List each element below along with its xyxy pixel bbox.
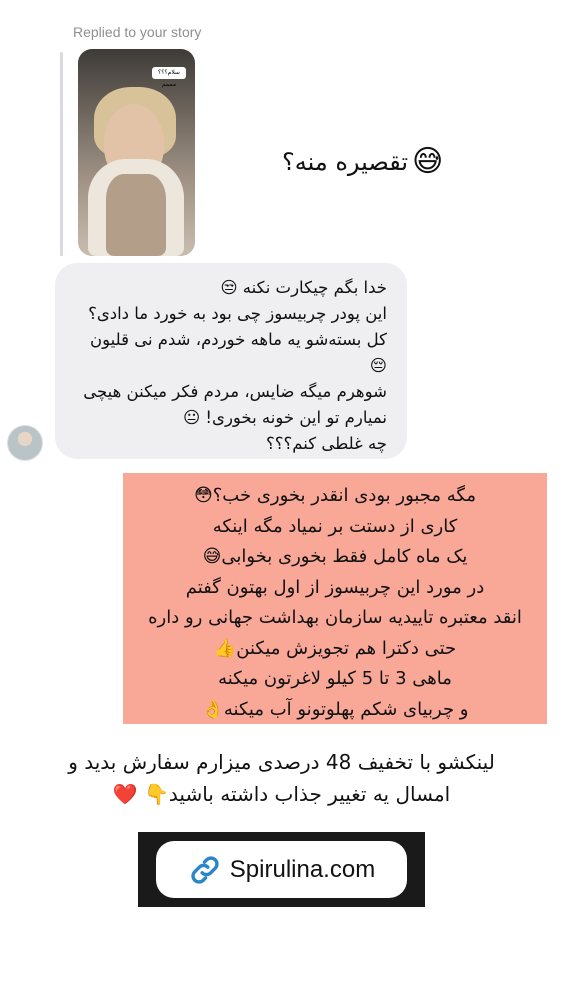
incoming-message-bubble[interactable]: خدا بگم چیکارت نکنه 😒 این پودر چربیسوز چ… [55,263,407,459]
link-sticker-frame: Spirulina.com [138,832,425,907]
reply-line: حتی دکترا هم تجویزش میکنن👍 [213,637,457,659]
story-caption-text: تقصیره منه؟ [282,147,409,176]
reply-line: و چربیای شکم پهلوتونو آب میکنه👌 [201,698,469,720]
reply-text-block: مگه مجبور بودی انقدر بخوری خب؟😳 کاری از … [123,473,547,724]
message-line: خدا بگم چیکارت نکنه 😒 [220,278,387,297]
message-line: شوهرم میگه ضایس، مردم فکر میکنن هیچی [83,382,387,401]
message-line: 😔 [369,356,387,375]
story-caption: تقصیره منه؟ 😅 [282,144,452,179]
reply-line: مگه مجبور بودی انقدر بخوری خب؟😳 [193,485,477,506]
incoming-message-text: خدا بگم چیکارت نکنه 😒 این پودر چربیسوز چ… [57,275,387,457]
reply-line: کاری از دستت بر نمیاد مگه اینکه [212,515,458,537]
sweat-smile-emoji: 😅 [412,144,444,179]
replied-to-story-label: Replied to your story [73,24,202,40]
link-label: Spirulina.com [229,855,376,883]
reply-line: در مورد این چربیسوز از اول بهتون گفتم [185,576,485,598]
story-thumbnail[interactable]: سلام؟؟؟مممم [78,49,195,256]
reply-line: یک ماه کامل فقط بخوری بخوابی😅 [202,546,468,567]
story-scarf-pattern [106,174,166,256]
promo-line: امسال یه تغییر جذاب داشته باشید👇 ❤️ [112,782,451,806]
message-line: نمیارم تو این خونه بخوری! 😐 [182,408,387,427]
message-line: کل بسته‌شو یه ماهه خوردم، شدم نی قلیون [90,330,387,349]
promo-line: لینکشو با تخفیف 48 درصدی میزارم سفارش بد… [68,750,495,774]
link-icon [191,855,219,884]
reply-line: ماهی 3 تا 5 کیلو لاغرتون میکنه [218,668,452,689]
message-line: چه غلطی کنم؟؟؟ [265,434,387,453]
message-line: این پودر چربیسوز چی بود به خورد ما دادی؟ [88,304,387,323]
reply-quote-bar [60,52,63,256]
sender-avatar[interactable] [7,425,43,461]
promo-text: لینکشو با تخفیف 48 درصدی میزارم سفارش بد… [30,746,533,810]
reply-line: انقد معتبره تاییدیه سازمان بهداشت جهانی … [148,607,522,628]
link-sticker-button[interactable]: Spirulina.com [156,841,407,898]
story-sticker: سلام؟؟؟مممم [152,67,186,88]
reply-text: مگه مجبور بودی انقدر بخوری خب؟😳 کاری از … [123,481,547,725]
